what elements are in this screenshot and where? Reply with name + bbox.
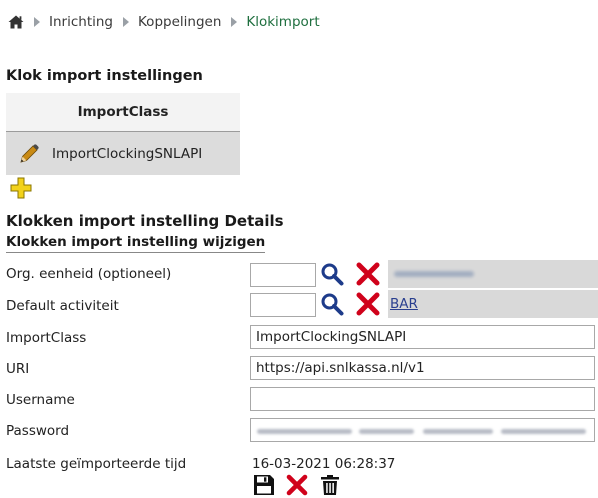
org-unit-label: Org. eenheid (optioneel) xyxy=(6,266,172,282)
import-class-input[interactable] xyxy=(250,325,595,349)
pencil-icon[interactable] xyxy=(18,143,40,165)
add-icon[interactable] xyxy=(10,177,32,199)
last-import-label: Laatste geïmporteerde tijd xyxy=(6,456,187,472)
password-blurred-text xyxy=(359,429,414,434)
breadcrumb-item-koppelingen[interactable]: Koppelingen xyxy=(138,14,221,30)
cancel-icon[interactable] xyxy=(286,474,308,496)
username-label: Username xyxy=(6,392,75,408)
save-icon[interactable] xyxy=(253,474,275,496)
details-title: Klokken import instelling Details xyxy=(6,212,284,230)
delete-icon[interactable] xyxy=(356,262,380,286)
breadcrumb-item-inrichting[interactable]: Inrichting xyxy=(49,14,113,30)
default-activity-input[interactable] xyxy=(250,293,316,317)
import-class-value: ImportClockingSNLAPI xyxy=(52,145,203,162)
last-import-value: 16-03-2021 06:28:37 xyxy=(252,456,396,472)
org-unit-blurred-text xyxy=(394,271,474,277)
delete-icon[interactable] xyxy=(356,292,380,316)
settings-title: Klok import instellingen xyxy=(6,68,203,84)
breadcrumb-separator-icon xyxy=(123,17,129,27)
search-icon[interactable] xyxy=(320,292,344,316)
breadcrumb-separator-icon xyxy=(34,17,40,27)
password-blurred-text xyxy=(257,429,352,434)
uri-input[interactable] xyxy=(250,356,595,380)
breadcrumb-separator-icon xyxy=(231,17,238,27)
org-unit-value xyxy=(388,260,598,288)
password-blurred-text xyxy=(423,429,493,434)
breadcrumb: Inrichting Koppelingen Klokimport xyxy=(8,12,320,32)
password-label: Password xyxy=(6,423,70,439)
search-icon[interactable] xyxy=(320,262,344,286)
table-row[interactable]: ImportClockingSNLAPI xyxy=(6,132,240,175)
password-input[interactable] xyxy=(250,418,595,442)
uri-label: URI xyxy=(6,361,30,377)
default-activity-link[interactable]: BAR xyxy=(390,296,418,312)
username-input[interactable] xyxy=(250,387,595,411)
import-class-table: ImportClass ImportClockingSNLAPI xyxy=(6,93,240,175)
default-activity-value: BAR xyxy=(388,290,598,318)
default-activity-label: Default activiteit xyxy=(6,298,119,314)
details-subtitle: Klokken import instelling wijzigen xyxy=(6,234,266,253)
breadcrumb-item-klokimport: Klokimport xyxy=(246,14,320,30)
home-icon[interactable] xyxy=(8,15,24,29)
password-blurred-text xyxy=(501,429,586,434)
org-unit-input[interactable] xyxy=(250,263,316,287)
table-header-importclass[interactable]: ImportClass xyxy=(6,93,240,132)
trash-icon[interactable] xyxy=(319,474,341,496)
import-class-label: ImportClass xyxy=(6,330,87,346)
